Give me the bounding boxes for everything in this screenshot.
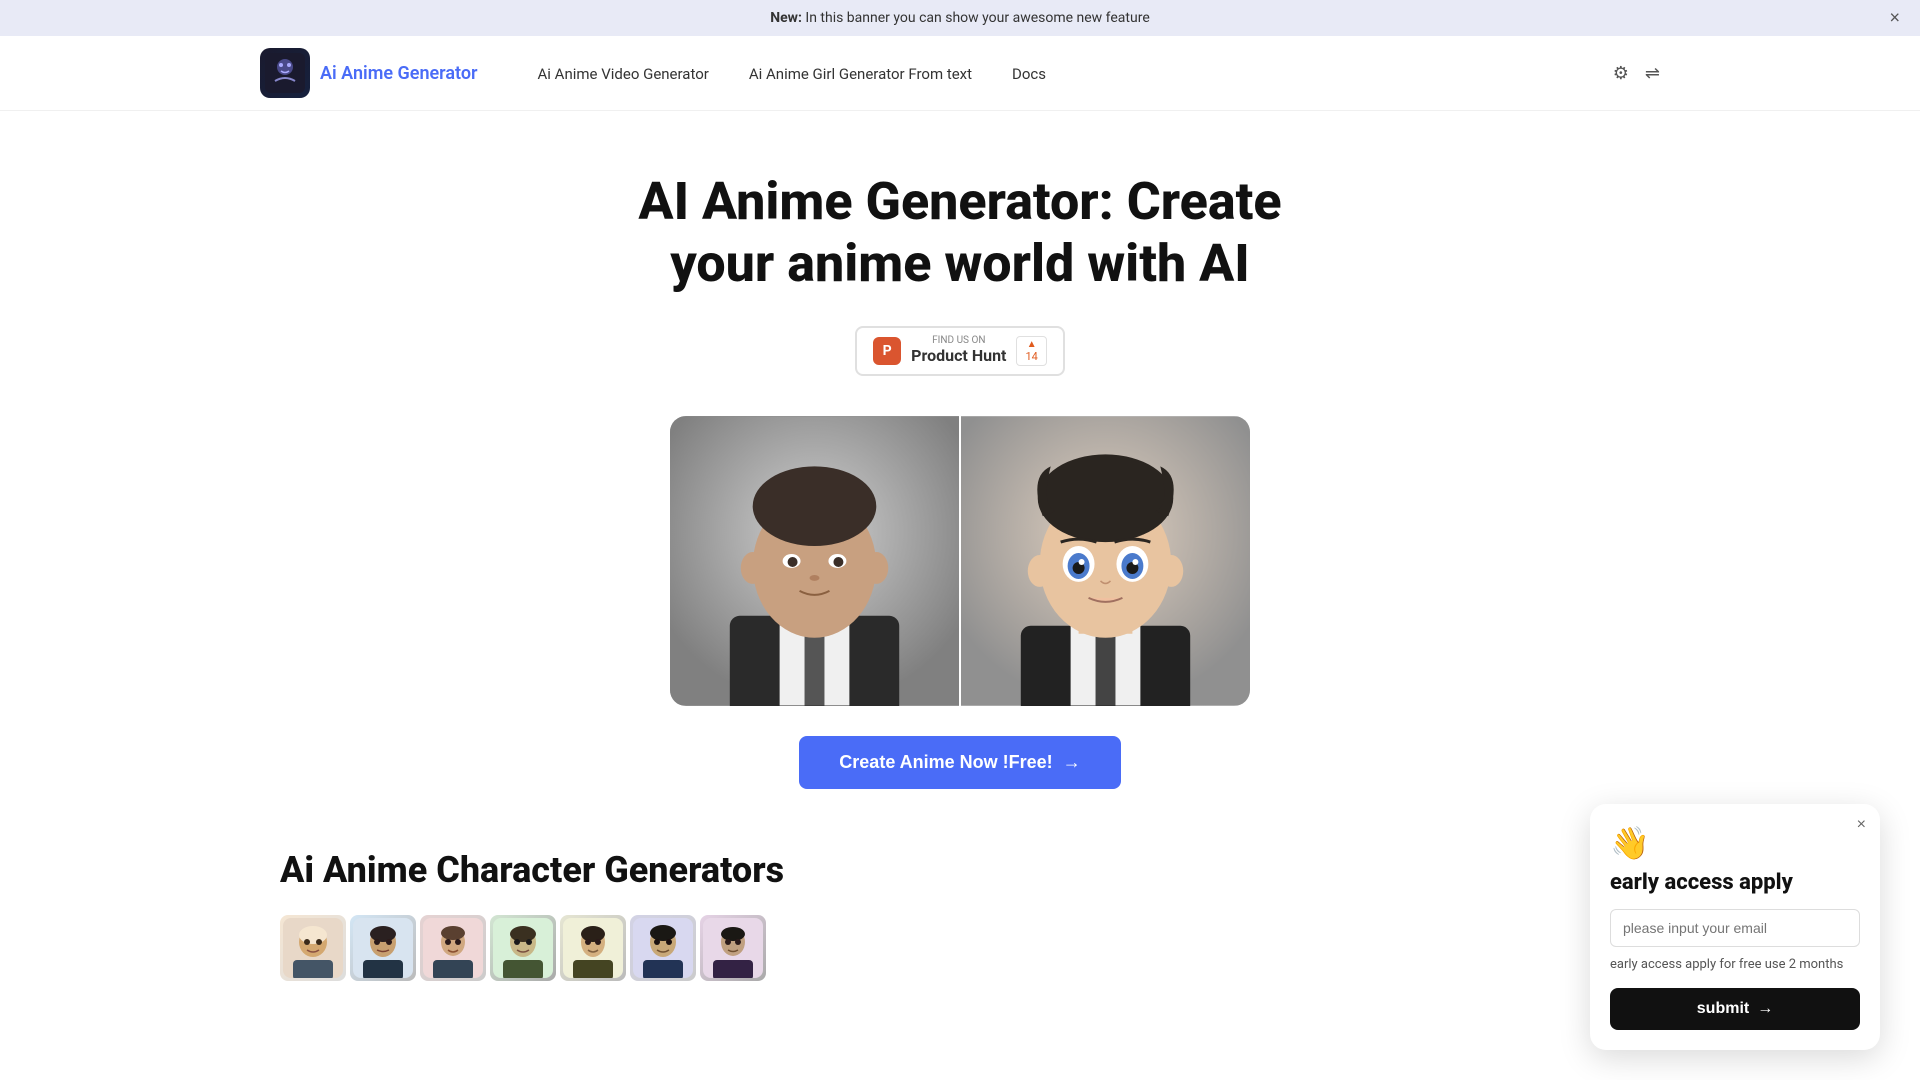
char-face-2 — [350, 915, 416, 981]
char-face-4 — [490, 915, 556, 981]
ph-text: FIND US ON Product Hunt — [911, 336, 1006, 365]
popup-title: early access apply — [1610, 870, 1860, 895]
char-item-3[interactable] — [420, 915, 486, 981]
banner-close-button[interactable]: × — [1889, 8, 1900, 29]
ph-count: ▲ 14 — [1016, 336, 1046, 366]
translate-button[interactable]: ⇌ — [1645, 63, 1660, 84]
create-anime-button[interactable]: Create Anime Now !Free! → — [799, 736, 1120, 789]
banner-message: In this banner you can show your awesome… — [805, 10, 1149, 26]
announcement-banner: New: In this banner you can show your aw… — [0, 0, 1920, 36]
hero-title: AI Anime Generator: Create your anime wo… — [610, 171, 1310, 296]
ph-name: Product Hunt — [911, 346, 1006, 365]
popup-submit-label: submit — [1697, 1000, 1749, 1018]
ph-count-number: 14 — [1025, 350, 1037, 363]
popup-submit-button[interactable]: submit → — [1610, 988, 1860, 1030]
nav-link-docs[interactable]: Docs — [1012, 65, 1046, 83]
banner-new-label: New: — [770, 10, 802, 26]
popup-wave-emoji: 👋 — [1610, 824, 1860, 862]
popup-submit-arrow-icon: → — [1757, 1000, 1773, 1018]
char-face-1 — [280, 915, 346, 981]
navbar: Ai Anime Generator Ai Anime Video Genera… — [0, 36, 1920, 111]
before-image — [670, 416, 959, 706]
char-face-3 — [420, 915, 486, 981]
nav-link-video[interactable]: Ai Anime Video Generator — [538, 65, 709, 83]
char-face-5 — [560, 915, 626, 981]
email-input[interactable] — [1610, 909, 1860, 947]
anime-person-svg — [961, 416, 1250, 706]
char-item-4[interactable] — [490, 915, 556, 981]
nav-logo-text: Ai Anime Generator — [320, 63, 478, 84]
char-item-5[interactable] — [560, 915, 626, 981]
real-person-svg — [670, 416, 959, 706]
ph-icon: P — [873, 337, 901, 365]
char-face-6 — [630, 915, 696, 981]
logo-svg — [265, 53, 305, 93]
logo-image — [260, 48, 310, 98]
after-image — [961, 416, 1250, 706]
cta-label: Create Anime Now !Free! — [839, 752, 1052, 773]
char-item-2[interactable] — [350, 915, 416, 981]
popup-description: early access apply for free use 2 months — [1610, 957, 1860, 972]
char-item-6[interactable] — [630, 915, 696, 981]
ph-arrow-icon: ▲ — [1027, 339, 1037, 350]
char-item-1[interactable] — [280, 915, 346, 981]
early-access-popup: × 👋 early access apply early access appl… — [1590, 804, 1880, 1050]
ph-find-text: FIND US ON — [911, 336, 1006, 346]
settings-button[interactable]: ⚙ — [1613, 63, 1629, 84]
popup-close-button[interactable]: × — [1857, 816, 1866, 834]
char-face-7 — [700, 915, 766, 981]
nav-links: Ai Anime Video Generator Ai Anime Girl G… — [538, 64, 1047, 83]
nav-link-girl[interactable]: Ai Anime Girl Generator From text — [749, 65, 972, 83]
product-hunt-badge[interactable]: P FIND US ON Product Hunt ▲ 14 — [855, 326, 1065, 376]
hero-image — [670, 416, 1250, 706]
char-item-7[interactable] — [700, 915, 766, 981]
nav-logo[interactable]: Ai Anime Generator — [260, 48, 478, 98]
nav-icons: ⚙ ⇌ — [1613, 63, 1660, 84]
cta-arrow-icon: → — [1063, 752, 1081, 773]
